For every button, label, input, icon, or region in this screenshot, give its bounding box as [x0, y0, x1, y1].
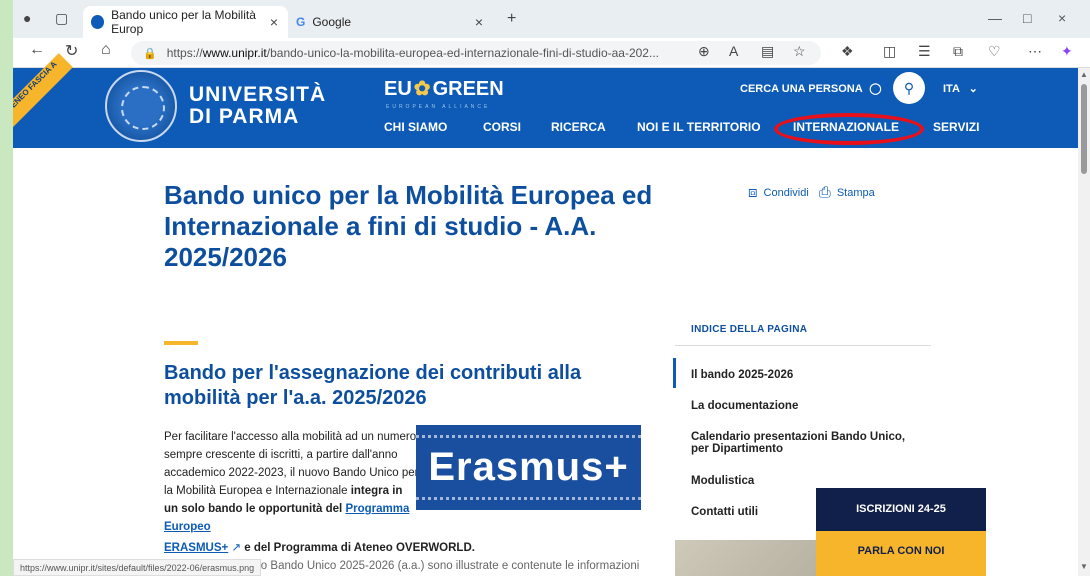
person-icon: ◯ [869, 83, 882, 95]
search-button[interactable]: ⚲ [893, 72, 925, 104]
index-item-documentazione[interactable]: La documentazione [691, 400, 921, 412]
close-tab-icon[interactable]: × [270, 14, 278, 30]
scroll-thumb[interactable] [1081, 84, 1087, 174]
tab-active[interactable]: Bando unico per la Mobilità Europ × [83, 6, 288, 38]
university-seal-icon[interactable] [105, 70, 177, 142]
window-close-icon[interactable]: × [1058, 10, 1066, 26]
browser-essentials-icon[interactable]: ♡ [988, 43, 1001, 60]
section-title: Bando per l'assegnazione dei contributi … [164, 362, 582, 409]
index-active-marker [673, 358, 676, 388]
home-icon[interactable]: ⌂ [101, 41, 111, 59]
index-item-bando[interactable]: Il bando 2025-2026 [691, 369, 921, 381]
tab-title: Bando unico per la Mobilità Europ [111, 8, 256, 36]
read-aloud-icon[interactable]: A [729, 43, 738, 59]
language-selector[interactable]: ITA ⌄ [943, 82, 978, 95]
cerca-persona-link[interactable]: CERCA UNA PERSONA ◯ [740, 82, 882, 95]
reader-view-icon[interactable]: ▤ [761, 43, 774, 60]
url-path: /bando-unico-la-mobilita-europea-ed-inte… [266, 46, 659, 60]
erasmus-link[interactable]: ERASMUS+ [164, 542, 228, 554]
para-end: e del Programma di Ateneo OVERWORLD. [244, 542, 475, 554]
erasmus-logo-image: Erasmus+ [416, 425, 641, 510]
back-icon[interactable]: ← [29, 41, 45, 59]
intro-paragraph: Per facilitare l'accesso alla mobilità a… [164, 428, 419, 536]
copilot-icon[interactable]: ✦ [1061, 43, 1073, 60]
sidebar-image [675, 540, 816, 576]
university-logo-text[interactable]: UNIVERSITÀ DI PARMA [189, 84, 326, 128]
index-item-calendario[interactable]: Calendario presentazioni Bando Unico, pe… [691, 431, 921, 455]
title-bar: ● ▢ Bando unico per la Mobilità Europ × … [13, 0, 1090, 38]
share-icon[interactable]: ⧈ [748, 184, 758, 201]
nav-servizi[interactable]: SERVIZI [933, 120, 979, 134]
favorites-list-icon[interactable]: ☰ [918, 43, 931, 60]
page-index-heading: INDICE DELLA PAGINA [691, 324, 808, 335]
google-favicon-icon: G [296, 15, 306, 29]
page-scrollbar[interactable]: ▲ ▼ [1078, 68, 1090, 576]
nav-ricerca[interactable]: RICERCA [551, 120, 606, 134]
uni-line1: UNIVERSITÀ [189, 83, 327, 106]
share-tools: ⧈ Condividi ⎙ Stampa [748, 184, 875, 201]
nav-noi-e-il-territorio[interactable]: NOI E IL TERRITORIO [637, 120, 761, 134]
nav-chi-siamo[interactable]: CHI SIAMO [384, 120, 447, 134]
more-menu-icon[interactable]: ⋯ [1028, 43, 1042, 60]
green-text: GREEN [432, 78, 504, 100]
index-divider [675, 345, 931, 346]
iscrizioni-button[interactable]: ISCRIZIONI 24-25 [816, 488, 986, 531]
eu-green-logo[interactable]: EU ✿ GREEN [384, 76, 504, 101]
split-screen-icon[interactable]: ◫ [883, 43, 896, 60]
site-header: ATENEO FASCIA A UNIVERSITÀ DI PARMA EU ✿ G… [13, 53, 1078, 148]
address-row: ← ↻ ⌂ 🔒 https://www.unipr.it/bando-unico… [13, 38, 1090, 68]
address-bar[interactable]: 🔒 https://www.unipr.it/bando-unico-la-mo… [131, 41, 821, 65]
page-title: Bando unico per la Mobilità Europea ed I… [164, 180, 653, 272]
tab-google[interactable]: G Google × [288, 6, 493, 38]
search-icon: ⚲ [903, 80, 915, 96]
cerca-label: CERCA UNA PERSONA [740, 83, 863, 95]
parla-con-noi-button[interactable]: PARLA CON NOI [816, 531, 986, 576]
close-tab-icon[interactable]: × [475, 14, 483, 30]
status-bar-url: https://www.unipr.it/sites/default/files… [13, 559, 262, 576]
new-tab-button[interactable]: + [507, 10, 516, 28]
lock-icon[interactable]: 🔒 [143, 47, 157, 60]
intro-paragraph-end: ERASMUS+ ↗ e del Programma di Ateneo OVE… [164, 540, 475, 554]
restore-icon[interactable]: □ [1023, 10, 1031, 26]
tab-actions-icon[interactable]: ▢ [55, 10, 68, 27]
browser-window: ● ▢ Bando unico per la Mobilità Europ × … [13, 0, 1090, 576]
print-icon[interactable]: ⎙ [819, 184, 831, 201]
collections-icon[interactable]: ⧉ [953, 43, 963, 60]
nav-corsi[interactable]: CORSI [483, 120, 521, 134]
profile-icon[interactable]: ● [23, 10, 31, 26]
reload-icon[interactable]: ↻ [65, 41, 78, 61]
language-label: ITA [943, 83, 960, 95]
zoom-icon[interactable]: ⊕ [698, 43, 710, 60]
section-accent-bar [164, 341, 198, 345]
url-domain: www.unipr.it [202, 46, 267, 60]
tab-title: Google [312, 15, 352, 29]
favorite-star-icon[interactable]: ☆ [793, 43, 806, 60]
chevron-down-icon: ⌄ [968, 83, 978, 95]
external-link-icon: ↗ [231, 542, 242, 554]
uni-line2: DI PARMA [189, 105, 300, 128]
unipr-favicon-icon [91, 15, 105, 29]
print-link[interactable]: Stampa [837, 187, 875, 199]
scroll-down-icon[interactable]: ▼ [1080, 562, 1088, 571]
extensions-icon[interactable]: ❖ [841, 43, 854, 60]
index-item-modulistica[interactable]: Modulistica [691, 475, 921, 487]
minimize-icon[interactable]: — [988, 10, 1002, 26]
share-link[interactable]: Condividi [764, 187, 809, 199]
scroll-up-icon[interactable]: ▲ [1080, 70, 1088, 79]
flower-icon: ✿ [413, 78, 431, 100]
red-highlight-annotation [774, 113, 924, 145]
eu-alliance-text: EUROPEAN ALLIANCE [386, 104, 491, 110]
eu-text: EU [384, 78, 412, 100]
url-prefix: https:// [166, 46, 203, 60]
